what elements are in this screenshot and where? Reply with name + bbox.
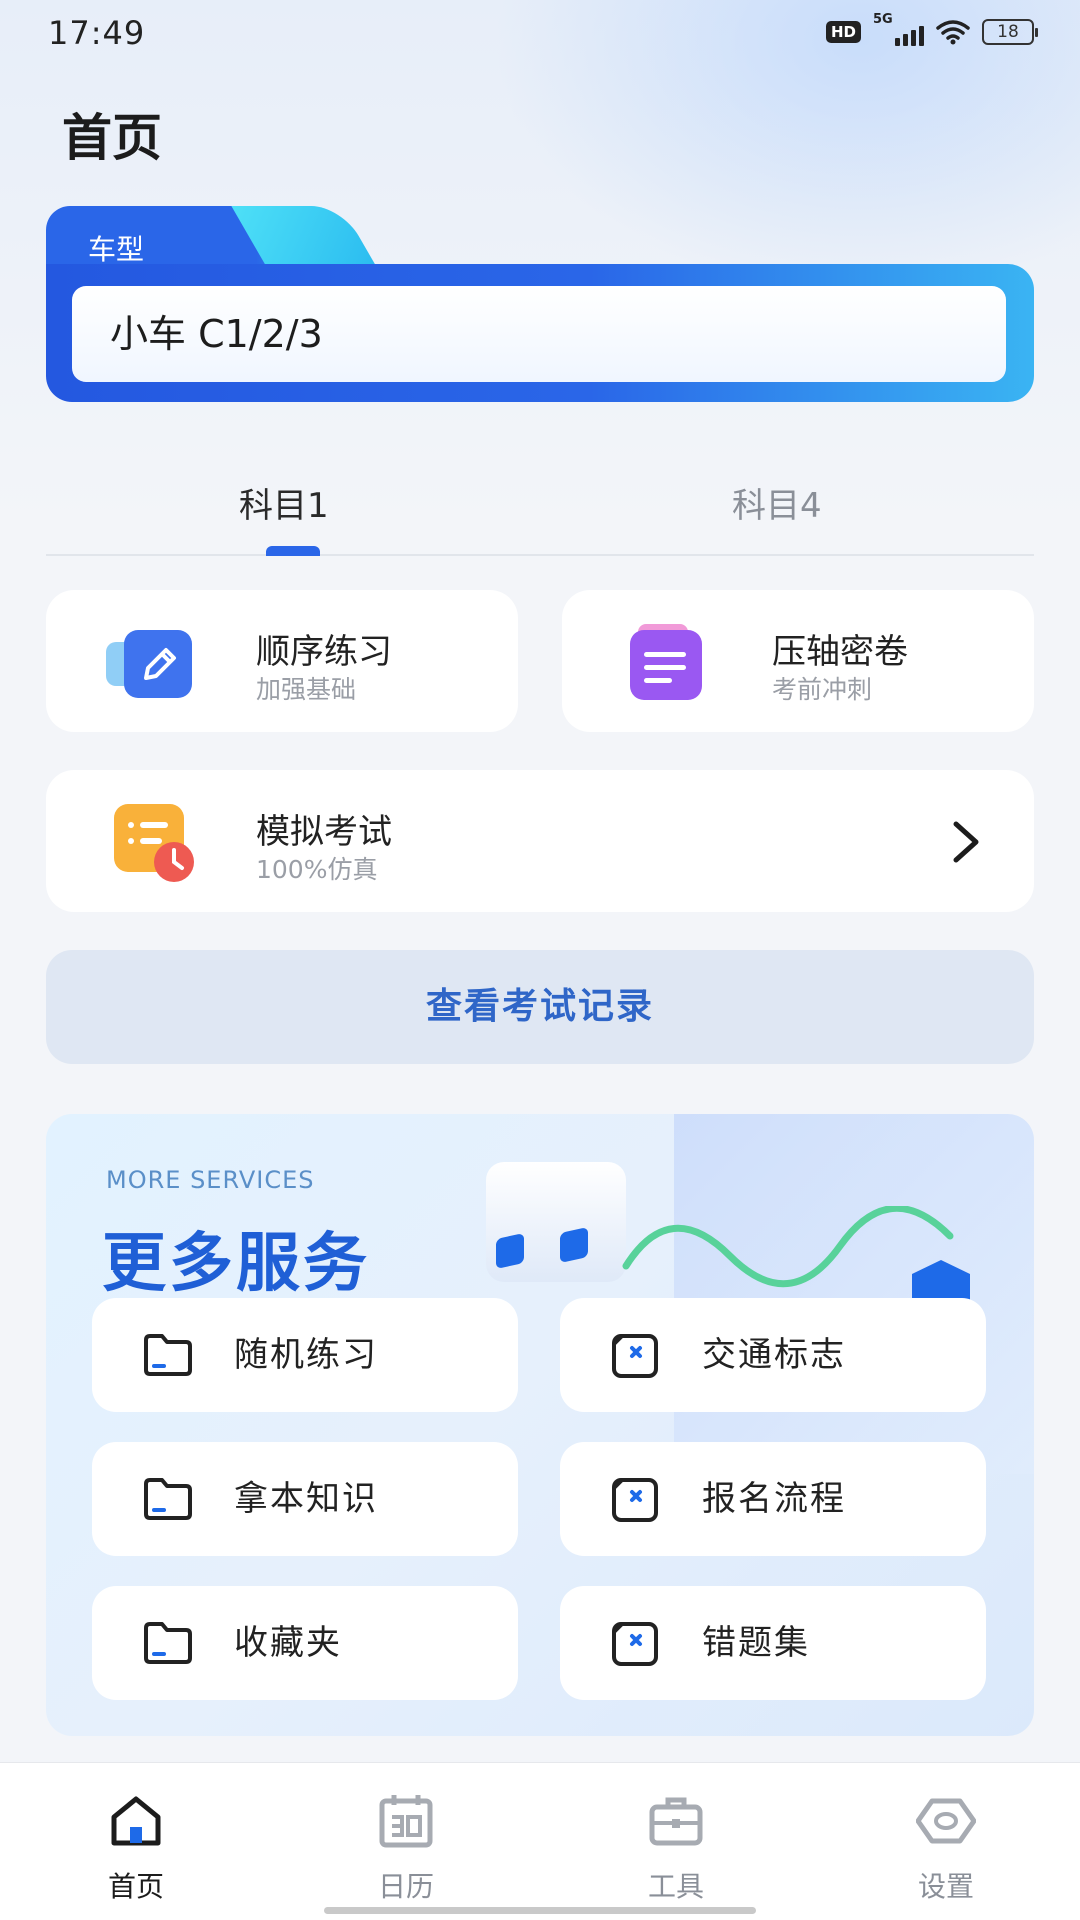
service-label: 拿本知识	[234, 1479, 378, 1519]
home-indicator[interactable]	[324, 1907, 756, 1914]
services-decoration-square	[560, 1227, 588, 1263]
press-exam-subtitle: 考前冲刺	[772, 675, 873, 704]
service-label: 交通标志	[702, 1335, 846, 1375]
hd-icon: HD	[825, 21, 861, 43]
folder-icon	[144, 1478, 192, 1520]
status-icons: HD 5G 18	[825, 12, 1038, 46]
tab-subject-1[interactable]: 科目1	[239, 478, 329, 527]
nav-calendar-label: 日历	[377, 1870, 434, 1903]
service-favorites[interactable]: 收藏夹	[92, 1586, 518, 1700]
tab-active-indicator	[266, 546, 320, 556]
exam-clock-icon	[114, 804, 194, 882]
sequential-practice-subtitle: 加强基础	[256, 675, 357, 704]
sequential-practice-card[interactable]: 顺序练习 加强基础	[46, 590, 518, 732]
network-label: 5G	[873, 12, 893, 27]
settings-icon	[916, 1798, 976, 1844]
service-registration-process[interactable]: 报名流程	[560, 1442, 986, 1556]
tab-subject-4[interactable]: 科目4	[732, 478, 822, 527]
service-label: 收藏夹	[234, 1623, 342, 1663]
nav-tools[interactable]: 工具	[596, 1763, 756, 1920]
card-x-icon	[612, 1478, 658, 1522]
pencil-icon	[106, 630, 192, 698]
status-time: 17:49	[48, 14, 146, 52]
page-title: 首页	[62, 109, 162, 167]
subject-tabs: 科目1 科目4	[46, 468, 1034, 556]
service-label: 随机练习	[234, 1335, 378, 1375]
signal-icon: 5G	[873, 12, 924, 46]
wifi-icon	[936, 20, 970, 45]
folder-icon	[144, 1334, 192, 1376]
nav-settings[interactable]: 设置	[866, 1763, 1026, 1920]
more-services-panel: MORE SERVICES 更多服务 随机练习 交通标志 拿本知识 报名流程 收…	[46, 1114, 1034, 1736]
service-label: 错题集	[702, 1623, 810, 1663]
service-label: 报名流程	[702, 1479, 846, 1519]
services-decoration-square	[496, 1233, 524, 1269]
nav-home[interactable]: 首页	[56, 1763, 216, 1920]
bottom-navigation: 首页 日历 工具 设置	[0, 1762, 1080, 1920]
press-exam-title: 压轴密卷	[772, 632, 908, 672]
services-title: 更多服务	[102, 1227, 370, 1301]
toolbox-icon	[649, 1797, 703, 1846]
nav-settings-label: 设置	[917, 1870, 974, 1903]
calendar-icon	[379, 1795, 433, 1848]
card-x-icon	[612, 1622, 658, 1666]
nav-calendar[interactable]: 日历	[326, 1763, 486, 1920]
vehicle-type-label: 车型	[88, 233, 145, 266]
chevron-right-icon	[953, 821, 979, 863]
nav-home-label: 首页	[107, 1870, 164, 1903]
document-icon	[630, 624, 702, 700]
vehicle-type-card[interactable]: 车型 小车 C1/2/3	[46, 206, 1034, 402]
nav-tools-label: 工具	[647, 1870, 704, 1903]
card-x-icon	[612, 1334, 658, 1378]
mock-exam-title: 模拟考试	[256, 812, 392, 852]
service-book-knowledge[interactable]: 拿本知识	[92, 1442, 518, 1556]
service-traffic-signs[interactable]: 交通标志	[560, 1298, 986, 1412]
sequential-practice-title: 顺序练习	[256, 632, 392, 672]
mock-exam-card[interactable]: 模拟考试 100%仿真	[46, 770, 1034, 912]
service-wrong-questions[interactable]: 错题集	[560, 1586, 986, 1700]
press-exam-card[interactable]: 压轴密卷 考前冲刺	[562, 590, 1034, 732]
home-icon	[111, 1796, 161, 1846]
services-english-title: MORE SERVICES	[106, 1166, 315, 1194]
vehicle-type-field[interactable]: 小车 C1/2/3	[72, 286, 1006, 382]
battery-icon: 18	[982, 19, 1038, 45]
mock-exam-subtitle: 100%仿真	[256, 855, 378, 884]
service-random-practice[interactable]: 随机练习	[92, 1298, 518, 1412]
folder-icon	[144, 1622, 192, 1664]
view-exam-records-button[interactable]: 查看考试记录	[46, 950, 1034, 1064]
